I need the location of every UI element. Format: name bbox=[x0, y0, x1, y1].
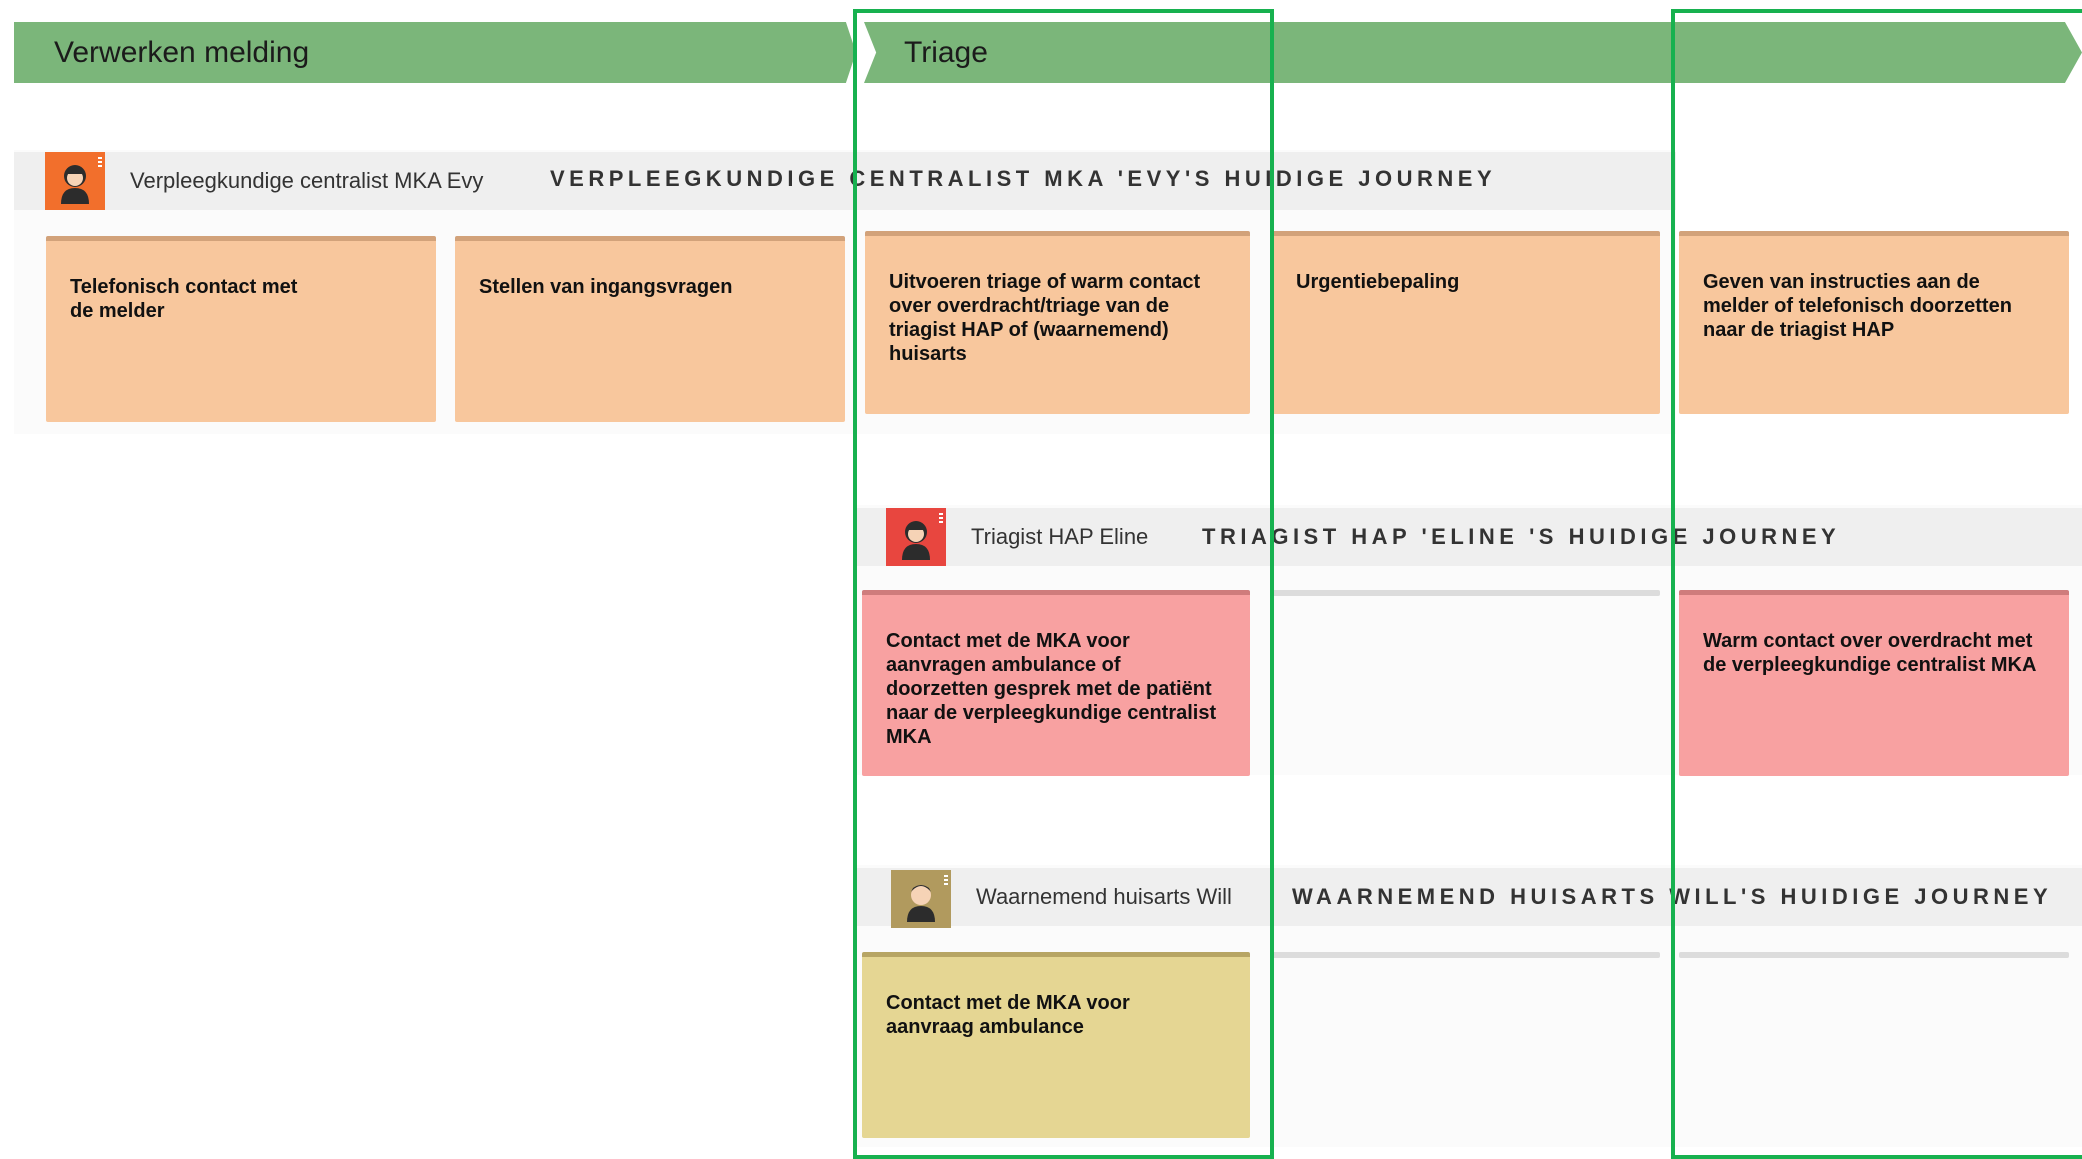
person-icon bbox=[891, 870, 951, 928]
person-icon bbox=[45, 152, 105, 210]
persona-name: Verpleegkundige centralist MKA Evy bbox=[130, 168, 484, 193]
phase-label: Triage bbox=[904, 35, 988, 69]
journey-card: Uitvoeren triage of warm contact over ov… bbox=[865, 231, 1250, 414]
empty-card-slot bbox=[1272, 590, 1660, 596]
journey-card: Telefonisch contact met de melder bbox=[46, 236, 436, 422]
empty-card-slot bbox=[1272, 952, 1660, 958]
journey-card: Urgentiebepaling bbox=[1272, 231, 1660, 414]
journey-title: VERPLEEGKUNDIGE CENTRALIST MKA 'EVY'S HU… bbox=[550, 166, 1497, 191]
journey-card: Contact met de MKA voor aanvraag ambulan… bbox=[862, 952, 1250, 1138]
journey-card: Geven van instructies aan de melder of t… bbox=[1679, 231, 2069, 414]
phase-verwerken-melding: Verwerken melding bbox=[14, 22, 856, 83]
phase-triage: Triage bbox=[864, 22, 2082, 83]
journey-title: WAARNEMEND HUISARTS WILL'S HUIDIGE JOURN… bbox=[1292, 884, 2053, 909]
journey-card: Contact met de MKA voor aanvragen ambula… bbox=[862, 590, 1250, 776]
persona-name: Triagist HAP Eline bbox=[971, 524, 1149, 549]
journey-card: Warm contact over overdracht met de verp… bbox=[1679, 590, 2069, 776]
journey-card: Stellen van ingangsvragen bbox=[455, 236, 845, 422]
persona-name: Waarnemend huisarts Will bbox=[976, 884, 1232, 909]
journey-title: TRIAGIST HAP 'ELINE 'S HUIDIGE JOURNEY bbox=[1202, 524, 1841, 549]
avatar-will bbox=[891, 870, 951, 928]
avatar-eline bbox=[886, 508, 946, 566]
person-icon bbox=[886, 508, 946, 566]
avatar-evy bbox=[45, 152, 105, 210]
phase-label: Verwerken melding bbox=[54, 35, 310, 69]
empty-card-slot bbox=[1679, 952, 2069, 958]
